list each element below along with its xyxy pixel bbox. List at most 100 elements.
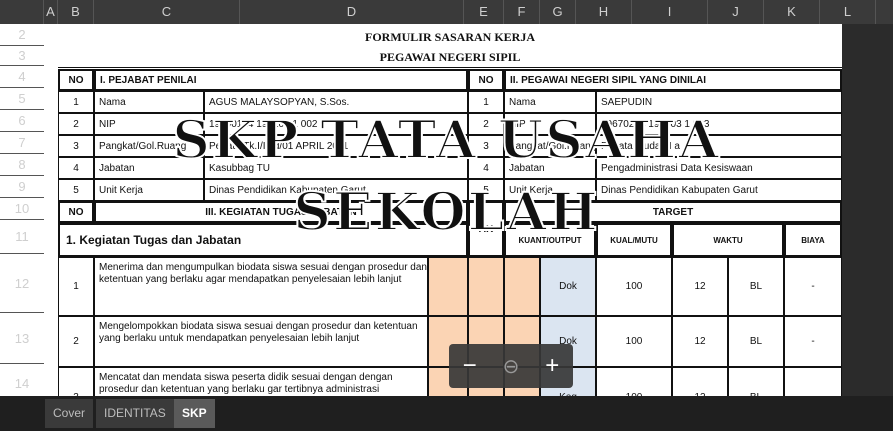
- task-ak-cell-e: [428, 257, 468, 316]
- dinilai-row-label: Jabatan: [504, 157, 596, 179]
- kuant-header: KUANT/OUTPUT: [504, 223, 596, 257]
- penilai-row-no: 3: [58, 135, 94, 157]
- dinilai-row-no: 5: [468, 179, 504, 201]
- task-no: 1: [58, 257, 94, 316]
- select-all-corner[interactable]: [0, 0, 44, 24]
- dinilai-row-value: 19670214 198803 1 003: [596, 113, 842, 135]
- kual-header: KUAL/MUTU: [596, 223, 672, 257]
- biaya-header: BIAYA: [784, 223, 842, 257]
- dinilai-row-label: NIP: [504, 113, 596, 135]
- dinilai-row-no: 2: [468, 113, 504, 135]
- task-no: 2: [58, 316, 94, 367]
- row-header-5[interactable]: 5: [0, 88, 44, 110]
- form-subtitle: PEGAWAI NEGERI SIPIL: [58, 48, 842, 68]
- zoom-controls: − ⊖ +: [449, 344, 573, 388]
- kegiatan-header: III. KEGIATAN TUGAS JABATAN: [94, 201, 468, 223]
- row-header-12[interactable]: 12: [0, 254, 44, 313]
- row-header-10[interactable]: 10: [0, 198, 44, 220]
- column-header-i[interactable]: I: [632, 0, 708, 24]
- row-header-9[interactable]: 9: [0, 176, 44, 198]
- kegiatan-title: 1. Kegiatan Tugas dan Jabatan: [58, 223, 468, 257]
- task-description: Mencatat dan mendata siswa peserta didik…: [94, 367, 428, 396]
- column-header-j[interactable]: J: [708, 0, 764, 24]
- dinilai-row-value: SAEPUDIN: [596, 91, 842, 113]
- form-title: FORMULIR SASARAN KERJA: [364, 29, 535, 44]
- dinilai-row-value: Pengadministrasi Data Kesiswaan: [596, 157, 842, 179]
- column-header-d[interactable]: D: [240, 0, 464, 24]
- tab-skp[interactable]: SKP: [174, 399, 215, 428]
- penilai-row-no: 5: [58, 179, 94, 201]
- penilai-row-no: 1: [58, 91, 94, 113]
- task-kuant-cell-g: [504, 257, 540, 316]
- dinilai-row-value: Penata Muda/III a: [596, 135, 842, 157]
- no-header-left: NO: [58, 69, 94, 91]
- target-header: TARGET: [504, 201, 842, 223]
- row-header-3[interactable]: 3: [0, 46, 44, 66]
- row-header-13[interactable]: 13: [0, 313, 44, 364]
- task-satuan: BL: [728, 257, 784, 316]
- penilai-row-no: 2: [58, 113, 94, 135]
- sheet-right-margin: [842, 24, 893, 396]
- task-description: Menerima dan mengumpulkan biodata siswa …: [94, 257, 428, 316]
- column-header-a[interactable]: A: [44, 0, 58, 24]
- zoom-out-button[interactable]: −: [455, 351, 485, 381]
- dinilai-row-value: Dinas Pendidikan Kabupaten Garut: [596, 179, 842, 201]
- row-header-4[interactable]: 4: [0, 66, 44, 88]
- task-mutu: 100: [596, 367, 672, 396]
- sheet-grid: FORMULIR SASARAN KERJA PEGAWAI NEGERI SI…: [44, 24, 893, 396]
- task-waktu: 12: [672, 257, 728, 316]
- tab-identitas[interactable]: IDENTITAS: [96, 399, 174, 428]
- section-pns-dinilai: II. PEGAWAI NEGERI SIPIL YANG DINILAI: [504, 69, 842, 91]
- row-header-8[interactable]: 8: [0, 154, 44, 176]
- task-satuan: BL: [728, 316, 784, 367]
- dinilai-row-no: 1: [468, 91, 504, 113]
- column-header-h[interactable]: H: [576, 0, 632, 24]
- column-header-e[interactable]: E: [464, 0, 504, 24]
- column-header-b[interactable]: B: [58, 0, 94, 24]
- section-pejabat-penilai: I. PEJABAT PENILAI: [94, 69, 468, 91]
- no-header-right: NO: [468, 69, 504, 91]
- penilai-row-no: 4: [58, 157, 94, 179]
- penilai-row-label: Jabatan: [94, 157, 204, 179]
- zoom-reset-icon[interactable]: ⊖: [496, 351, 526, 381]
- row-header-7[interactable]: 7: [0, 132, 44, 154]
- task-mutu: 100: [596, 257, 672, 316]
- row-header-6[interactable]: 6: [0, 110, 44, 132]
- task-ak-cell-f: [468, 257, 504, 316]
- row-header-11[interactable]: 11: [0, 220, 44, 254]
- task-biaya: -: [784, 257, 842, 316]
- tab-cover[interactable]: Cover: [45, 399, 94, 428]
- penilai-row-label: NIP: [94, 113, 204, 135]
- penilai-row-value: Penata Tk.I/III d/01 APRIL 2011: [204, 135, 468, 157]
- task-waktu: 12: [672, 316, 728, 367]
- dinilai-row-label: Unit Kerja: [504, 179, 596, 201]
- zoom-in-button[interactable]: +: [537, 351, 567, 381]
- penilai-row-label: Unit Kerja: [94, 179, 204, 201]
- column-header-k[interactable]: K: [764, 0, 820, 24]
- penilai-row-label: Nama: [94, 91, 204, 113]
- column-header-f[interactable]: F: [504, 0, 540, 24]
- task-output: Dok: [540, 257, 596, 316]
- sheet-tabs: Cover IDENTITAS SKP: [0, 396, 893, 431]
- column-header-g[interactable]: G: [540, 0, 576, 24]
- dinilai-row-no: 3: [468, 135, 504, 157]
- penilai-row-label: Pangkat/Gol.Ruang: [94, 135, 204, 157]
- column-header-c[interactable]: C: [94, 0, 240, 24]
- row-header-2[interactable]: 2: [0, 24, 44, 46]
- task-biaya: -: [784, 316, 842, 367]
- task-waktu: 12: [672, 367, 728, 396]
- ak-header: AK: [468, 201, 504, 257]
- no-header-kegiatan: NO: [58, 201, 94, 223]
- spreadsheet: FORMULIR SASARAN KERJA PEGAWAI NEGERI SI…: [0, 0, 893, 396]
- dinilai-row-no: 4: [468, 157, 504, 179]
- waktu-header: WAKTU: [672, 223, 784, 257]
- column-header-l[interactable]: L: [820, 0, 876, 24]
- dinilai-row-label: Pangkat/Gol.Ruang: [504, 135, 596, 157]
- task-satuan: BL: [728, 367, 784, 396]
- row-header-14[interactable]: 14: [0, 364, 44, 396]
- task-description: Mengelompokkan biodata siswa sesuai deng…: [94, 316, 428, 367]
- penilai-row-value: 19690124 199102 1 002: [204, 113, 468, 135]
- dinilai-row-label: Nama: [504, 91, 596, 113]
- task-mutu: 100: [596, 316, 672, 367]
- column-headers: ABCDEFGHIJKL: [0, 0, 893, 24]
